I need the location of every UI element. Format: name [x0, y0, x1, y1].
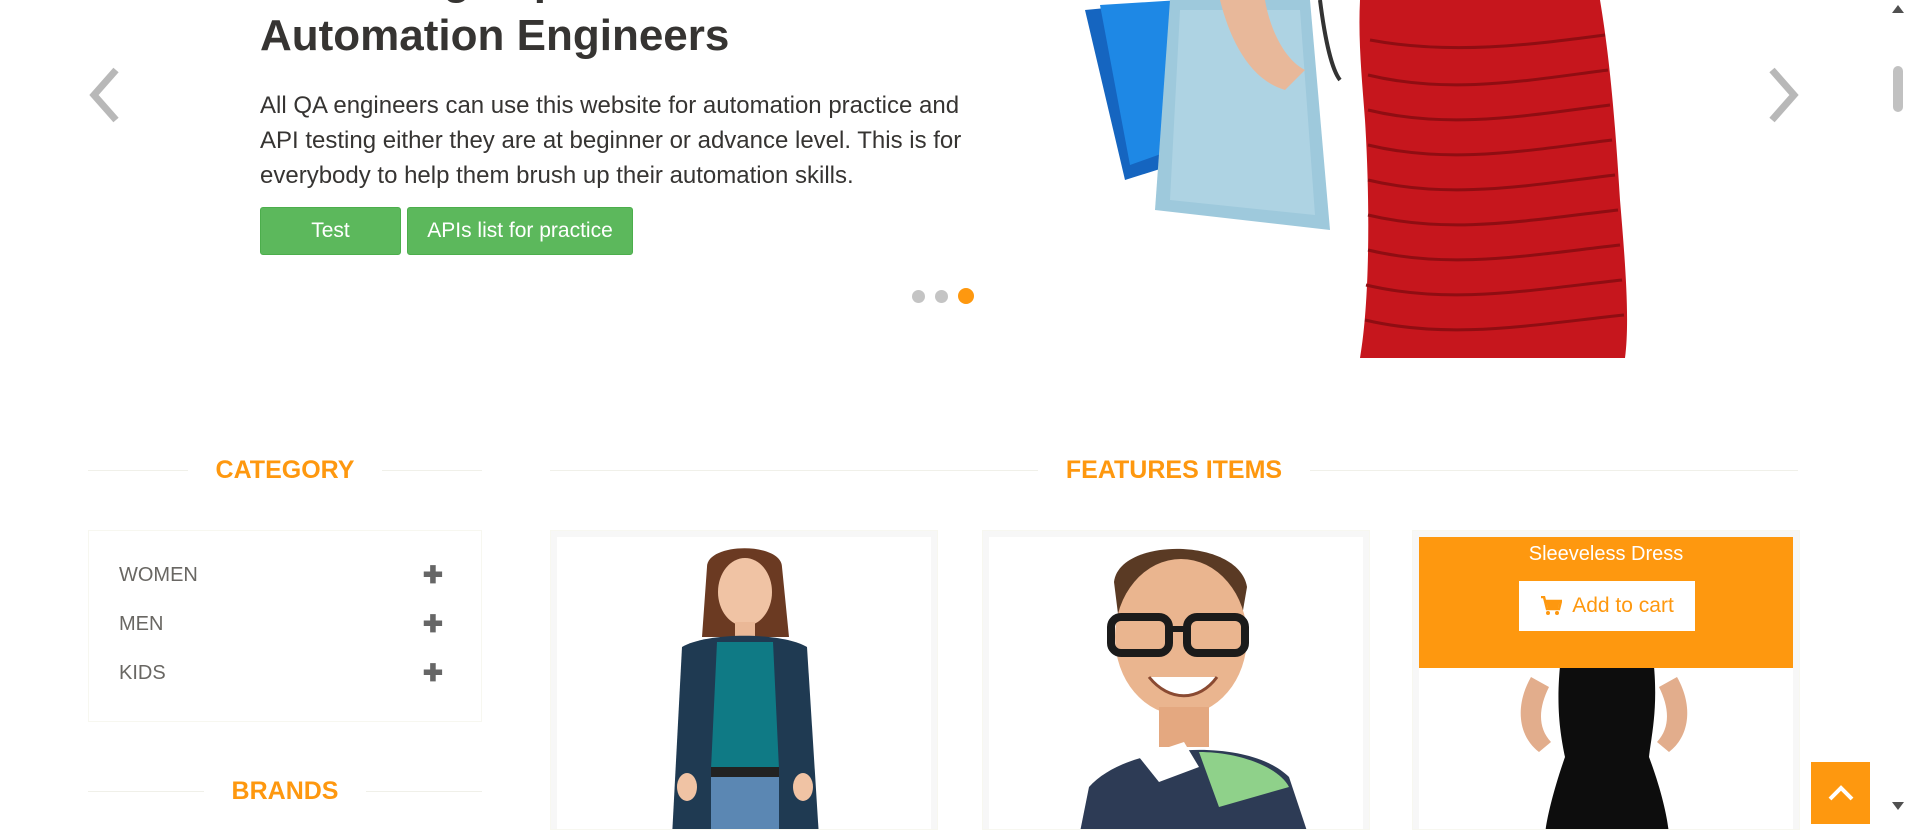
category-label: MEN	[119, 612, 164, 635]
product-image-wrapper	[989, 537, 1363, 829]
scroll-down-arrow-icon[interactable]	[1892, 802, 1904, 810]
product-image[interactable]	[557, 537, 931, 829]
chevron-up-icon	[1828, 785, 1853, 801]
test-cases-button[interactable]: Test Cases	[260, 207, 401, 288]
plus-icon[interactable]: ✚	[423, 659, 443, 688]
product-image-wrapper: Sleeveless Dress Add to cart	[1419, 537, 1793, 829]
plus-icon[interactable]: ✚	[423, 610, 443, 639]
brands-heading-text: Brands	[231, 776, 339, 805]
category-label: KIDS	[119, 661, 166, 684]
slide-description: All QA engineers can use this website fo…	[260, 92, 962, 189]
product-name: Sleeveless Dress	[1528, 543, 1684, 565]
carousel-indicators	[912, 288, 974, 304]
heading-divider	[382, 469, 482, 471]
category-item-women[interactable]: WOMEN ✚	[119, 555, 451, 595]
category-heading-text: Category	[215, 455, 355, 484]
category-panel: WOMEN ✚ MEN ✚ KIDS ✚	[88, 530, 482, 722]
product-image[interactable]	[989, 537, 1363, 829]
heading-divider	[88, 790, 204, 792]
features-items-heading-text: Features Items	[1065, 455, 1283, 484]
carousel-dot-1[interactable]	[912, 289, 925, 303]
heading-divider	[88, 469, 188, 471]
product-image-wrapper	[557, 537, 931, 829]
category-item-men[interactable]: MEN ✚	[119, 604, 451, 644]
page-scrollbar[interactable]	[1888, 0, 1908, 824]
carousel-next-button[interactable]	[1762, 62, 1802, 128]
slider-carousel: Full-Fledged practice website for Automa…	[0, 0, 1880, 360]
product-card	[982, 530, 1370, 830]
chevron-right-icon	[1769, 67, 1799, 123]
product-card	[550, 530, 938, 830]
product-card: Sleeveless Dress Add to cart	[1412, 530, 1800, 830]
hero-girl-shopping-image	[1085, 0, 1628, 358]
apis-list-button[interactable]: APIs list for practice	[407, 207, 633, 255]
carousel-dot-2[interactable]	[935, 289, 948, 303]
scroll-to-top-button[interactable]	[1811, 762, 1870, 824]
category-item-kids[interactable]: KIDS ✚	[119, 653, 451, 693]
heading-divider	[550, 469, 1038, 471]
brands-heading: Brands	[88, 771, 483, 811]
heading-divider	[366, 790, 483, 792]
shopping-cart-icon	[1541, 596, 1563, 615]
slide-title-line2: Automation Engineers	[260, 11, 730, 60]
chevron-left-icon	[89, 67, 119, 123]
carousel-prev-button[interactable]	[86, 62, 126, 128]
add-to-cart-button[interactable]: Add to cart	[1519, 581, 1695, 631]
category-heading: Category	[88, 450, 482, 490]
carousel-dot-3-active[interactable]	[958, 288, 974, 304]
category-label: WOMEN	[119, 563, 198, 586]
heading-divider	[1310, 469, 1798, 471]
scroll-up-arrow-icon[interactable]	[1892, 5, 1904, 13]
features-items-heading: Features Items	[550, 450, 1798, 490]
add-to-cart-label: Add to cart	[1572, 594, 1674, 617]
product-overlay: Sleeveless Dress Add to cart	[1419, 537, 1793, 668]
slide-title-line1: Full-Fledged practice website for	[260, 0, 1060, 8]
plus-icon[interactable]: ✚	[423, 561, 443, 590]
slide-title: Full-Fledged practice website for Automa…	[260, 0, 1060, 64]
scrollbar-thumb[interactable]	[1893, 66, 1903, 112]
